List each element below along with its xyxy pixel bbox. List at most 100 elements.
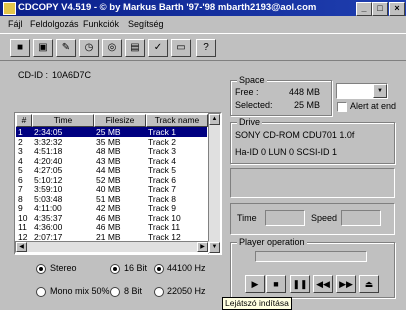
column-time[interactable]: Time — [32, 114, 94, 127]
eject-icon[interactable]: ⏏ — [359, 275, 379, 293]
track-row[interactable]: 8 5:03:48 51 MB Track 8 — [16, 194, 207, 204]
menu-bar: Fájl Feldolgozás Funkciók Segítség — [0, 17, 406, 31]
track-number: 7 — [18, 184, 23, 194]
track-name: Track 1 — [148, 127, 177, 137]
speed-display — [341, 210, 381, 226]
track-row[interactable]: 3 4:51:18 48 MB Track 3 — [16, 146, 207, 156]
help-icon[interactable]: ? — [196, 39, 216, 57]
track-row[interactable]: 4 4:20:40 43 MB Track 4 — [16, 156, 207, 166]
track-row[interactable]: 1 2:34:05 25 MB Track 1 — [16, 127, 207, 137]
track-name: Track 5 — [148, 165, 177, 175]
minimize-button[interactable]: _ — [356, 2, 372, 16]
track-row[interactable]: 7 3:59:10 40 MB Track 7 — [16, 184, 207, 194]
scroll-down-icon[interactable]: ▼ — [209, 242, 220, 253]
track-time: 4:36:00 — [34, 222, 63, 232]
44100hz-radio[interactable] — [154, 264, 164, 274]
track-name: Track 2 — [148, 136, 177, 147]
track-number: 12 — [18, 231, 28, 242]
16bit-radio[interactable] — [110, 264, 120, 274]
vertical-scrollbar[interactable]: ▲ ▼ — [208, 113, 221, 254]
drive-model: SONY CD-ROM CDU701 1.0f — [235, 130, 355, 140]
window-title: CDCOPY V4.519 - © by Markus Barth '97-'9… — [18, 2, 317, 13]
checklist-icon[interactable]: ✓ — [148, 39, 168, 57]
alert-dropdown[interactable]: ▼ — [336, 83, 388, 99]
cd-icon[interactable]: ◎ — [102, 39, 122, 57]
track-number: 11 — [18, 222, 27, 232]
track-name: Track 9 — [148, 203, 177, 213]
track-time: 3:32:32 — [34, 136, 63, 147]
clock-icon[interactable]: ◷ — [79, 39, 99, 57]
free-label: Free : — [235, 87, 259, 97]
stereo-radio[interactable] — [36, 264, 46, 274]
horizontal-scrollbar[interactable]: ◀ ▶ — [15, 241, 209, 253]
track-name: Track 12 — [148, 231, 181, 242]
track-filesize: 44 MB — [96, 165, 121, 175]
chevron-down-icon[interactable]: ▼ — [373, 84, 387, 98]
track-row[interactable]: 5 4:27:05 44 MB Track 5 — [16, 165, 207, 175]
free-value: 448 MB — [289, 87, 321, 97]
menu-file[interactable]: Fájl — [8, 19, 23, 29]
close-button[interactable]: × — [389, 2, 405, 16]
track-number: 2 — [18, 136, 23, 147]
track-time: 4:35:37 — [34, 212, 63, 223]
track-filesize: 21 MB — [96, 231, 121, 242]
player-title: Player operation — [237, 237, 307, 247]
track-row[interactable]: 11 4:36:00 46 MB Track 11 — [16, 222, 207, 232]
track-row[interactable]: 2 3:32:32 35 MB Track 2 — [16, 137, 207, 147]
track-row[interactable]: 12 2:07:17 21 MB Track 12 — [16, 232, 207, 242]
scroll-left-icon[interactable]: ◀ — [16, 242, 27, 252]
track-name: Track 4 — [148, 155, 177, 166]
player-progress-bar[interactable] — [255, 251, 367, 262]
8bit-label: 8 Bit — [124, 286, 143, 296]
track-row[interactable]: 6 5:10:12 52 MB Track 6 — [16, 175, 207, 185]
space-title: Space — [237, 75, 267, 85]
menu-processing[interactable]: Feldolgozás — [30, 19, 79, 29]
menu-functions[interactable]: Funkciók — [83, 19, 119, 29]
play-icon[interactable]: ▶ — [245, 275, 265, 293]
previous-icon[interactable]: ◀◀ — [313, 275, 333, 293]
scroll-up-icon[interactable]: ▲ — [209, 114, 220, 125]
track-row[interactable]: 10 4:35:37 46 MB Track 10 — [16, 213, 207, 223]
track-filesize: 42 MB — [96, 203, 121, 213]
column-filesize[interactable]: Filesize — [94, 114, 146, 127]
mono-mix-label: Mono mix 50% — [50, 286, 110, 296]
edit-icon[interactable]: ✎ — [56, 39, 76, 57]
track-time: 3:59:10 — [34, 184, 63, 194]
alert-checkbox[interactable] — [337, 102, 347, 112]
space-group: Space Free : 448 MB Selected: 25 MB — [230, 75, 332, 116]
track-number: 9 — [18, 203, 23, 213]
column-track-name[interactable]: Track name — [146, 114, 208, 127]
alert-label: Alert at end — [350, 101, 397, 111]
menu-help[interactable]: Segítség — [128, 19, 164, 29]
track-time: 2:07:17 — [34, 231, 63, 242]
track-filesize: 43 MB — [96, 155, 121, 166]
track-name: Track 11 — [148, 222, 181, 232]
22050hz-label: 22050 Hz — [167, 286, 206, 296]
track-filesize: 52 MB — [96, 174, 121, 185]
title-bar: CDCOPY V4.519 - © by Markus Barth '97-'9… — [0, 0, 406, 16]
cdid-label: CD-ID : — [18, 70, 48, 80]
column-number[interactable]: # — [16, 114, 32, 127]
time-display — [265, 210, 305, 226]
time-speed-panel: Time Speed — [230, 203, 395, 235]
22050hz-radio[interactable] — [154, 287, 164, 297]
track-list[interactable]: # Time Filesize Track name 1 2:34:05 25 MB… — [14, 112, 222, 255]
mono-mix-radio[interactable] — [36, 287, 46, 297]
next-icon[interactable]: ▶▶ — [336, 275, 356, 293]
drive-title: Drive — [237, 117, 263, 127]
stop-icon[interactable]: ■ — [10, 39, 30, 57]
8bit-radio[interactable] — [110, 287, 120, 297]
time-label: Time — [237, 213, 257, 223]
track-row[interactable]: 9 4:11:00 42 MB Track 9 — [16, 203, 207, 213]
scroll-right-icon[interactable]: ▶ — [197, 242, 208, 252]
stop-button-icon[interactable]: ■ — [266, 275, 286, 293]
pause-icon[interactable]: ❚❚ — [290, 275, 310, 293]
16bit-label: 16 Bit — [124, 263, 148, 273]
save-icon[interactable]: ▣ — [33, 39, 53, 57]
track-filesize: 46 MB — [96, 222, 121, 232]
track-time: 5:03:48 — [34, 193, 63, 204]
folder-icon[interactable]: ▭ — [171, 39, 191, 57]
maximize-button[interactable]: □ — [372, 2, 388, 16]
play-tooltip: Lejátszó indítása — [222, 297, 292, 310]
document-icon[interactable]: ▤ — [125, 39, 145, 57]
